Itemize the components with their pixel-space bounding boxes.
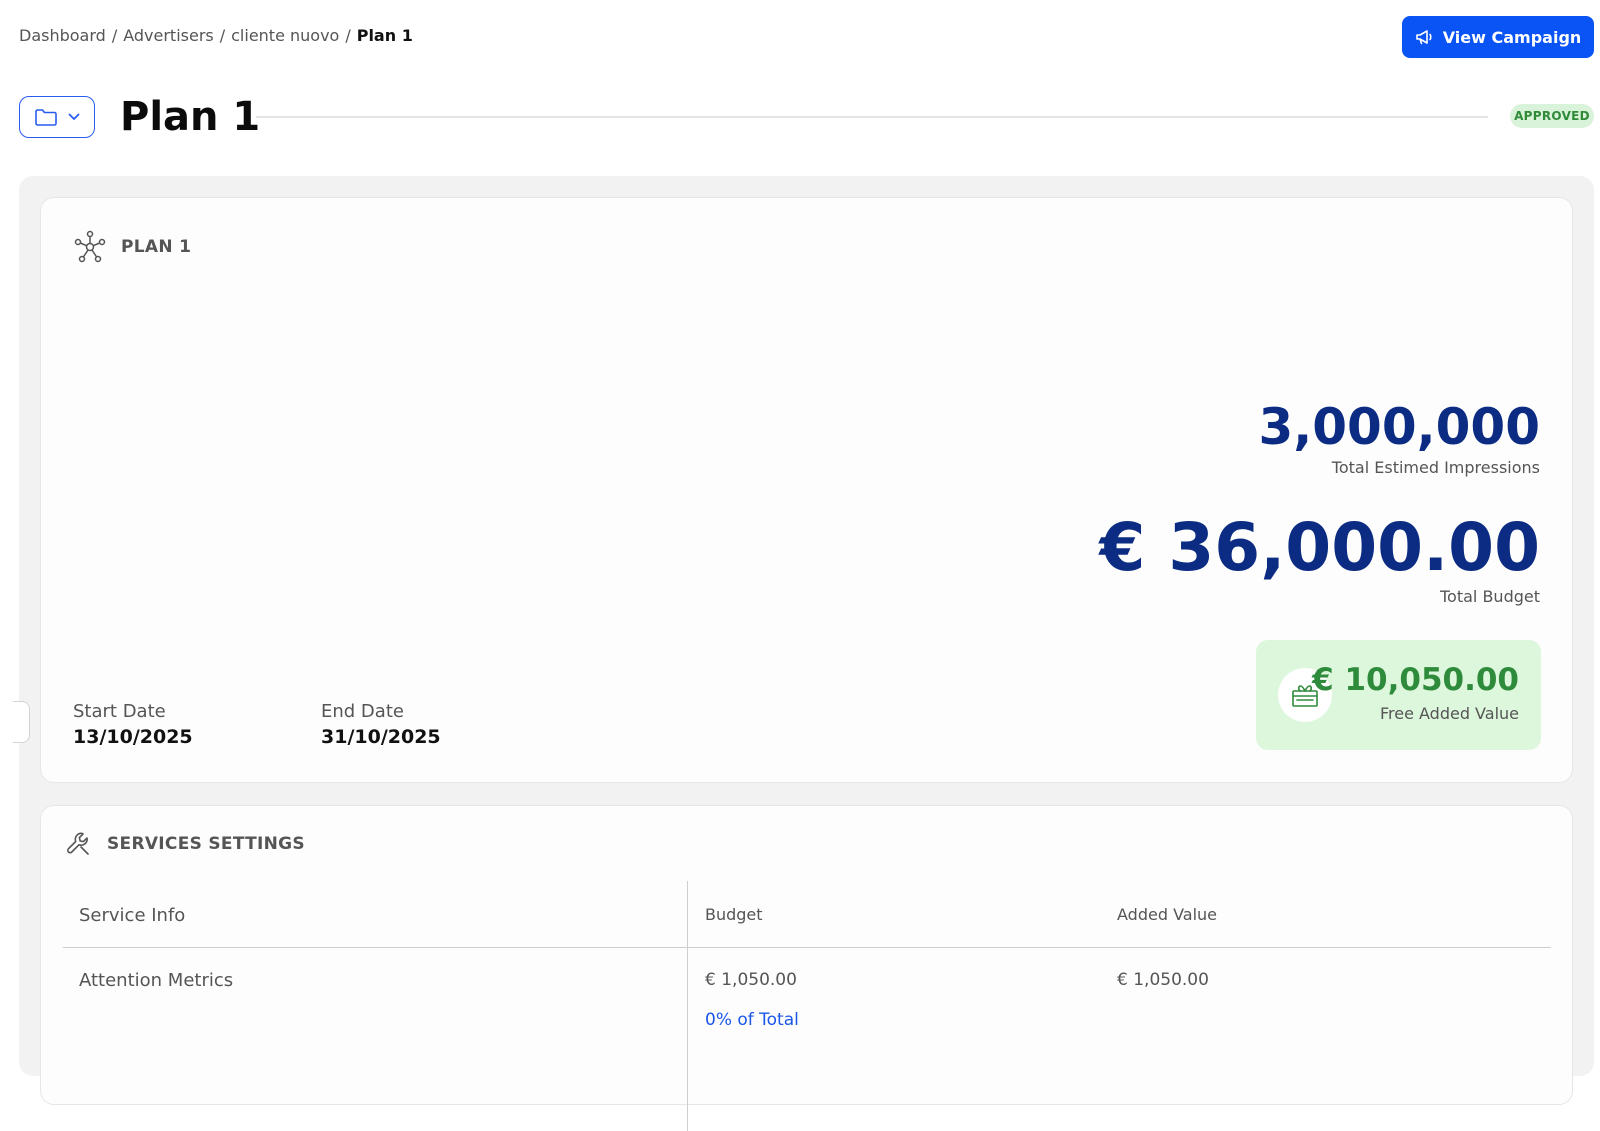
start-date-value: 13/10/2025 (73, 726, 193, 748)
plan-summary-card: PLAN 1 3,000,000 Total Estimed Impressio… (40, 197, 1573, 783)
table-header: Service Info Budget Added Value (63, 881, 1551, 948)
service-name: Attention Metrics (79, 970, 234, 991)
end-date-value: 31/10/2025 (321, 726, 441, 748)
breadcrumb: Dashboard / Advertisers / cliente nuovo … (19, 26, 413, 45)
megaphone-icon (1415, 30, 1432, 45)
services-table: Service Info Budget Added Value Attentio… (63, 881, 1551, 1131)
breadcrumb-current: Plan 1 (356, 26, 413, 45)
top-bar: Dashboard / Advertisers / cliente nuovo … (0, 0, 1600, 76)
services-card-heading: SERVICES SETTINGS (65, 830, 305, 858)
page-title: Plan 1 (120, 94, 261, 140)
wrench-icon (67, 832, 89, 855)
breadcrumb-separator: / (111, 26, 118, 45)
table-row: Attention Metrics € 1,050.00 0% of Total… (63, 948, 1551, 1068)
view-campaign-button[interactable]: View Campaign (1402, 16, 1594, 58)
service-budget-share: 0% of Total (705, 1010, 799, 1030)
plan-card-title: PLAN 1 (121, 237, 192, 257)
end-date: End Date 31/10/2025 (321, 700, 441, 750)
side-drawer-handle[interactable] (13, 701, 30, 743)
breadcrumb-advertiser[interactable]: cliente nuovo (231, 26, 339, 45)
free-added-value-box: € 10,050.00 Free Added Value (1256, 640, 1541, 750)
start-date: Start Date 13/10/2025 (73, 700, 193, 750)
start-date-label: Start Date (73, 701, 166, 722)
service-budget: € 1,050.00 (705, 970, 797, 990)
breadcrumb-dashboard[interactable]: Dashboard (19, 26, 106, 45)
title-divider (256, 116, 1488, 118)
service-added-value: € 1,050.00 (1117, 970, 1209, 990)
total-impressions-label: Total Estimed Impressions (1331, 458, 1540, 477)
status-badge: APPROVED (1510, 104, 1594, 128)
chevron-down-icon (68, 113, 80, 120)
plan-header: Plan 1 APPROVED (0, 92, 1600, 146)
free-added-value: € 10,050.00 (1312, 662, 1519, 698)
column-header-service-info: Service Info (79, 905, 186, 926)
plan-card-heading: PLAN 1 (73, 230, 191, 264)
breadcrumb-separator: / (345, 26, 351, 45)
column-header-budget: Budget (705, 905, 763, 924)
folder-dropdown-button[interactable] (19, 96, 95, 138)
total-impressions-value: 3,000,000 (1258, 398, 1540, 456)
column-header-added-value: Added Value (1117, 905, 1217, 924)
services-settings-card: SERVICES SETTINGS Service Info Budget Ad… (40, 805, 1573, 1131)
total-budget-label: Total Budget (1440, 587, 1540, 606)
services-card-title: SERVICES SETTINGS (107, 834, 305, 854)
folder-icon (35, 109, 57, 126)
free-added-value-label: Free Added Value (1379, 704, 1519, 723)
end-date-label: End Date (321, 701, 404, 722)
total-budget-value: € 36,000.00 (1099, 509, 1540, 586)
breadcrumb-separator: / (219, 26, 226, 45)
network-icon (74, 230, 106, 263)
view-campaign-label: View Campaign (1442, 27, 1582, 47)
breadcrumb-advertisers[interactable]: Advertisers (123, 26, 214, 45)
